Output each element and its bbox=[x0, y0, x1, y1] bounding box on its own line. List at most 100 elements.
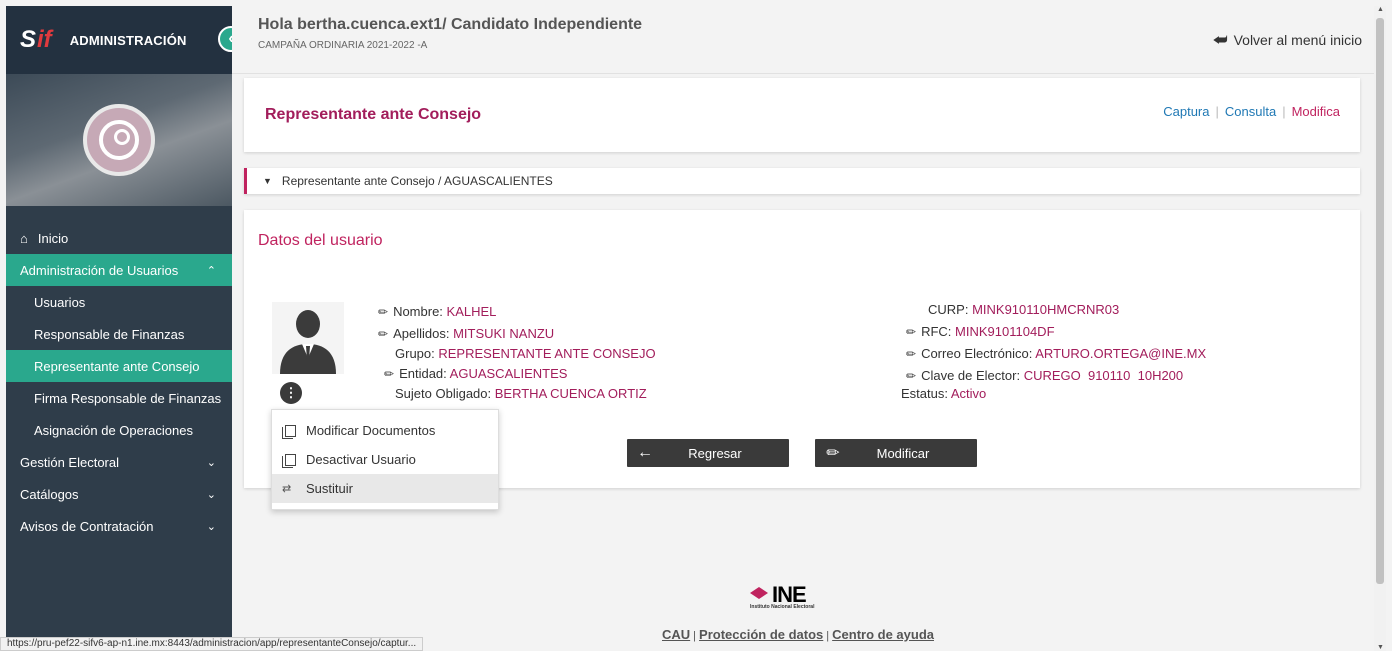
more-options-button[interactable]: ⋮ bbox=[280, 382, 302, 404]
clave-label: Clave de Elector: bbox=[921, 368, 1021, 383]
modificar-label: Modificar bbox=[876, 445, 930, 461]
sidebar-nav: ⌂ Inicio Administración de Usuarios ⌃ Us… bbox=[6, 206, 232, 542]
sidebar-item-representante-consejo[interactable]: Representante ante Consejo bbox=[6, 350, 232, 382]
section-title: Datos del usuario bbox=[258, 232, 383, 249]
edit-correo-icon[interactable]: ✏ bbox=[906, 347, 916, 361]
sidebar-item-inicio[interactable]: ⌂ Inicio bbox=[6, 222, 232, 254]
user-gear-icon bbox=[99, 120, 139, 160]
menu-item-desactivar-usuario[interactable]: Desactivar Usuario bbox=[272, 445, 498, 474]
grupo-label: Grupo: bbox=[395, 346, 435, 361]
mode-tabs: Captura | Consulta | Modifica bbox=[1163, 104, 1340, 119]
reply-arrow-icon: ⮨ bbox=[1212, 32, 1228, 49]
ine-subtitle: Instituto Nacional Electoral bbox=[750, 604, 815, 610]
sidebar-item-label: Asignación de Operaciones bbox=[34, 422, 193, 438]
entidad-value: AGUASCALIENTES bbox=[449, 366, 568, 381]
back-to-menu-label: Volver al menú inicio bbox=[1233, 32, 1362, 48]
arrow-left-icon: ← bbox=[637, 444, 653, 461]
entidad-label: Entidad: bbox=[399, 366, 447, 381]
estatus-value: Activo bbox=[950, 386, 987, 401]
chevron-up-icon: ⌃ bbox=[206, 264, 216, 277]
grupo-field: Grupo: REPRESENTANTE ANTE CONSEJO bbox=[395, 346, 656, 361]
menu-item-sustituir[interactable]: ⇄ Sustituir bbox=[272, 474, 498, 503]
sidebar-item-gestion-electoral[interactable]: Gestión Electoral ⌄ bbox=[6, 446, 232, 478]
apellidos-label: Apellidos: bbox=[393, 326, 450, 341]
centro-ayuda-link[interactable]: Centro de ayuda bbox=[832, 627, 934, 642]
ine-diamond-icon bbox=[750, 587, 768, 599]
chevron-down-icon: ⌄ bbox=[206, 520, 216, 533]
curp-field: CURP: MINK910110HMCRNR03 bbox=[928, 302, 1119, 317]
tab-captura[interactable]: Captura bbox=[1163, 104, 1209, 119]
menu-item-modificar-documentos[interactable]: Modificar Documentos bbox=[272, 416, 498, 445]
footer-links: CAU | Protección de datos | Centro de ayuda bbox=[662, 627, 934, 642]
sidebar-item-avisos-contratacion[interactable]: Avisos de Contratación ⌄ bbox=[6, 510, 232, 542]
swap-arrows-icon: ⇄ bbox=[282, 482, 292, 495]
apellidos-field: ✏ Apellidos: MITSUKI NANZU bbox=[378, 326, 554, 341]
sidebar-item-label: Responsable de Finanzas bbox=[34, 326, 185, 342]
correo-value: ARTURO.ORTEGA@INE.MX bbox=[1035, 346, 1207, 361]
menu-item-label: Desactivar Usuario bbox=[306, 452, 416, 467]
regresar-label: Regresar bbox=[688, 445, 742, 461]
sidebar-item-label: Firma Responsable de Finanzas bbox=[34, 390, 222, 406]
sidebar-item-label: Avisos de Contratación bbox=[20, 518, 154, 534]
estatus-field: Estatus: Activo bbox=[901, 386, 986, 401]
edit-entidad-icon[interactable]: ✏ bbox=[384, 367, 394, 381]
clave-value: CUREGO 910110 10H200 bbox=[1023, 368, 1184, 383]
scroll-down-icon[interactable]: ▼ bbox=[1377, 644, 1384, 651]
caret-down-icon: ▼ bbox=[263, 176, 272, 186]
sidebar-item-responsable-finanzas[interactable]: Responsable de Finanzas bbox=[6, 318, 232, 350]
scroll-up-icon[interactable]: ▲ bbox=[1377, 6, 1384, 13]
back-to-menu-link[interactable]: ⮨ Volver al menú inicio bbox=[1213, 32, 1362, 50]
sidebar-item-firma-responsable[interactable]: Firma Responsable de Finanzas bbox=[6, 382, 232, 414]
greeting: Hola bertha.cuenca.ext1/ Candidato Indep… bbox=[258, 16, 643, 33]
cau-link[interactable]: CAU bbox=[662, 627, 690, 642]
documents-icon bbox=[282, 424, 298, 439]
sif-logo: Sif bbox=[20, 26, 52, 54]
sujeto-label: Sujeto Obligado: bbox=[395, 386, 492, 401]
chevron-down-icon: ⌄ bbox=[206, 488, 216, 501]
user-photo bbox=[272, 302, 344, 374]
apellidos-value: MITSUKI NANZU bbox=[453, 326, 555, 341]
breadcrumb-label: Representante ante Consejo / AGUASCALIEN… bbox=[281, 174, 553, 188]
proteccion-datos-link[interactable]: Protección de datos bbox=[699, 627, 823, 642]
vertical-scrollbar[interactable]: ▲ ▼ bbox=[1374, 6, 1386, 651]
curp-label: CURP: bbox=[928, 302, 969, 317]
home-icon: ⌂ bbox=[20, 230, 28, 246]
sidebar-item-label: Catálogos bbox=[20, 486, 79, 502]
scrollbar-thumb[interactable] bbox=[1376, 18, 1384, 584]
sidebar-item-catalogos[interactable]: Catálogos ⌄ bbox=[6, 478, 232, 510]
top-bar: Hola bertha.cuenca.ext1/ Candidato Indep… bbox=[232, 6, 1374, 74]
logo-s: S bbox=[20, 26, 36, 53]
sidebar: Sif ADMINISTRACIÓN ‹ ⌂ Inicio Administra… bbox=[6, 6, 244, 651]
nombre-field: ✏ Nombre: KALHEL bbox=[378, 304, 496, 319]
ine-logo: INE Instituto Nacional Electoral bbox=[750, 582, 860, 612]
estatus-label: Estatus: bbox=[901, 386, 948, 401]
page-title-card: Representante ante Consejo Captura | Consu… bbox=[244, 78, 1360, 152]
sidebar-item-administracion-usuarios[interactable]: Administración de Usuarios ⌃ bbox=[6, 254, 232, 286]
curp-value: MINK910110HMCRNR03 bbox=[972, 302, 1120, 317]
edit-apellidos-icon[interactable]: ✏ bbox=[378, 327, 388, 341]
breadcrumb[interactable]: ▼ Representante ante Consejo / AGUASCALI… bbox=[244, 168, 1360, 194]
entidad-field: ✏ Entidad: AGUASCALIENTES bbox=[384, 366, 567, 381]
modificar-button[interactable]: ✏ Modificar bbox=[815, 439, 977, 467]
sidebar-item-label: Gestión Electoral bbox=[20, 454, 119, 470]
sidebar-item-usuarios[interactable]: Usuarios bbox=[6, 286, 232, 318]
sidebar-item-asignacion-operaciones[interactable]: Asignación de Operaciones bbox=[6, 414, 232, 446]
menu-item-label: Modificar Documentos bbox=[306, 423, 436, 438]
sidebar-header: Sif ADMINISTRACIÓN ‹ bbox=[6, 6, 244, 74]
edit-nombre-icon[interactable]: ✏ bbox=[378, 305, 388, 319]
sidebar-item-label: Usuarios bbox=[34, 294, 86, 310]
app-title: ADMINISTRACIÓN bbox=[69, 32, 187, 48]
edit-clave-icon[interactable]: ✏ bbox=[906, 369, 916, 383]
tab-consulta[interactable]: Consulta bbox=[1225, 104, 1276, 119]
edit-rfc-icon[interactable]: ✏ bbox=[906, 325, 916, 339]
nombre-label: Nombre: bbox=[393, 304, 443, 319]
correo-field: ✏ Correo Electrónico: ARTURO.ORTEGA@INE.M… bbox=[906, 346, 1206, 361]
tab-modifica[interactable]: Modifica bbox=[1292, 104, 1340, 119]
correo-label: Correo Electrónico: bbox=[921, 346, 1033, 361]
regresar-button[interactable]: ← Regresar bbox=[627, 439, 789, 467]
menu-item-label: Sustituir bbox=[306, 481, 353, 496]
options-menu: Modificar Documentos Desactivar Usuario … bbox=[271, 409, 499, 510]
sidebar-item-label: Inicio bbox=[37, 230, 69, 246]
chevron-down-icon: ⌄ bbox=[206, 456, 216, 469]
grupo-value: REPRESENTANTE ANTE CONSEJO bbox=[438, 346, 656, 361]
